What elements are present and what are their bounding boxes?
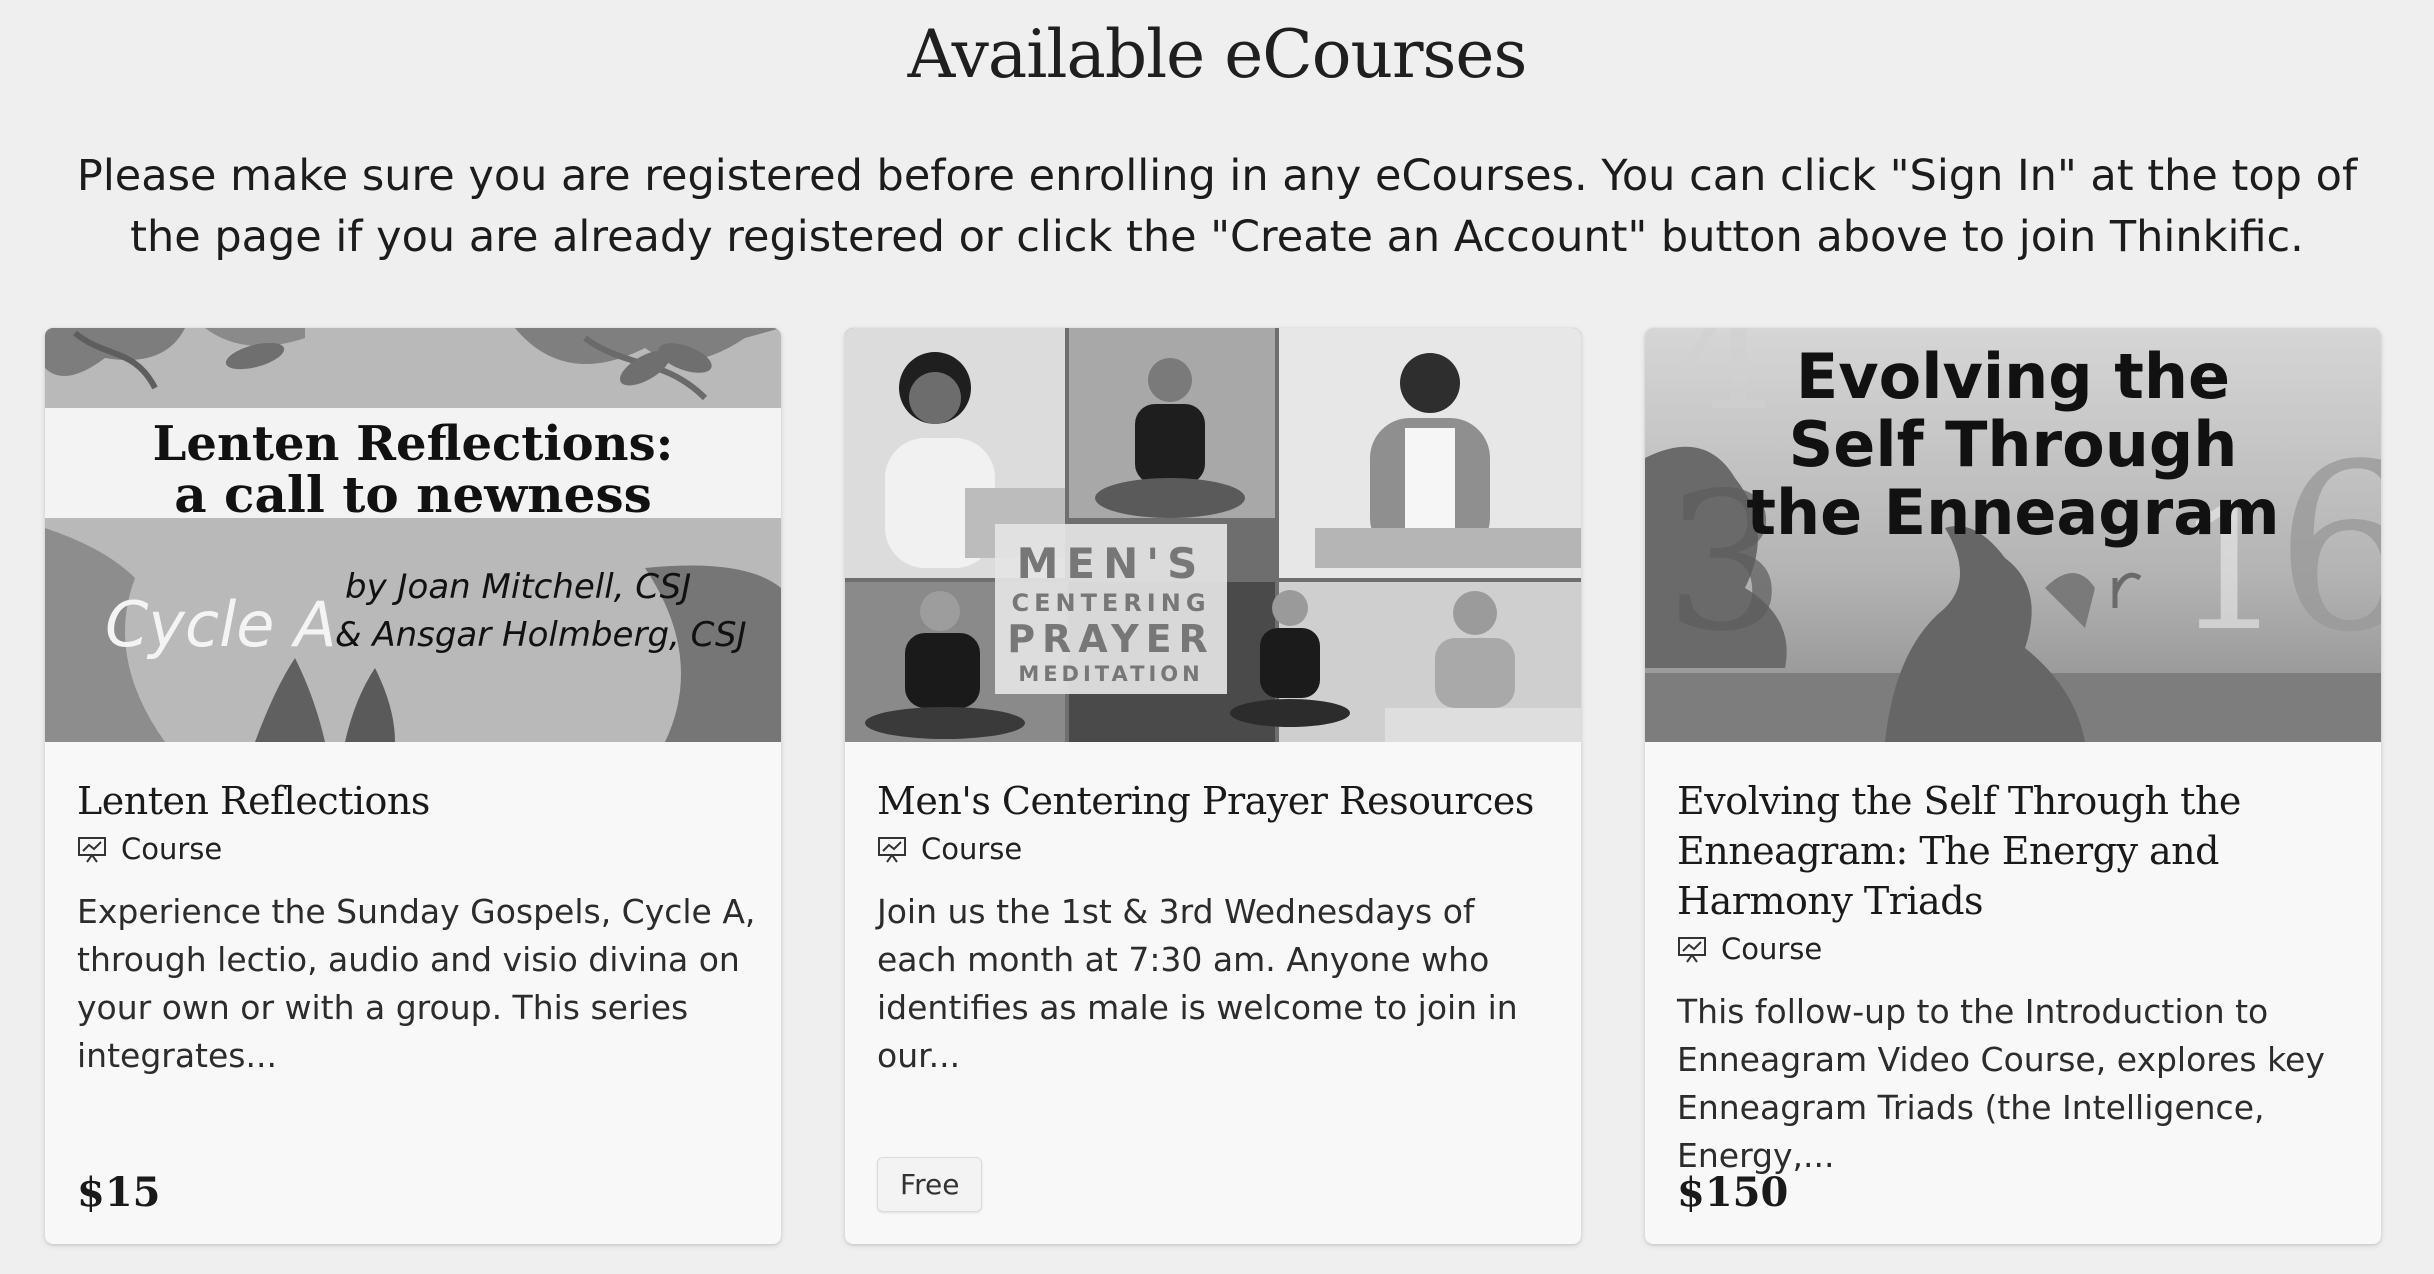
svg-text:6: 6 xyxy=(2275,416,2381,683)
course-description: This follow-up to the Introduction to En… xyxy=(1677,992,2325,1175)
thumb-line3: the Enneagram xyxy=(1746,476,2279,549)
course-thumbnail[interactable]: 6 4 3 1 Evolving the Self Through the En… xyxy=(1645,328,2381,742)
thumb-line2: Self Through xyxy=(1789,408,2238,481)
page-title: Available eCourses xyxy=(907,16,1528,93)
thumb-line2: CENTERING xyxy=(1011,589,1210,617)
course-type: Course xyxy=(77,828,757,870)
presentation-chart-icon xyxy=(78,837,106,863)
ecourses-page: Available eCourses Please make sure you … xyxy=(0,0,2434,1274)
course-type-label: Course xyxy=(921,832,1023,866)
course-price: $15 xyxy=(77,1169,161,1216)
course-description: Join us the 1st & 3rd Wednesdays of each… xyxy=(877,892,1518,1075)
course-title[interactable]: Men's Centering Prayer Resources xyxy=(877,776,1557,826)
card-body: Lenten Reflections Course Experience the… xyxy=(77,776,757,1080)
thumb-line1: MEN'S xyxy=(1017,539,1206,588)
thumb-byline2: & Ansgar Holmberg, CSJ xyxy=(335,615,747,655)
course-thumbnail[interactable]: Lenten Reflections: a call to newness Cy… xyxy=(45,328,781,742)
thumb-line3: PRAYER xyxy=(1007,617,1215,661)
thumb-byline1: by Joan Mitchell, CSJ xyxy=(345,567,691,607)
presentation-chart-icon xyxy=(1678,937,1706,963)
course-card-mens-centering-prayer[interactable]: MEN'S CENTERING PRAYER MEDITATION Men's … xyxy=(845,328,1581,1244)
thumb-title-line2: a call to newness xyxy=(174,465,652,524)
thumb-cycle: Cycle A xyxy=(105,588,337,661)
course-type-label: Course xyxy=(1721,932,1823,966)
course-type: Course xyxy=(877,828,1557,870)
course-description: Experience the Sunday Gospels, Cycle A, … xyxy=(77,892,756,1075)
course-title[interactable]: Lenten Reflections xyxy=(77,776,757,826)
svg-text:4: 4 xyxy=(1675,328,1777,446)
course-type-label: Course xyxy=(121,832,223,866)
thumb-title-line1: Lenten Reflections: xyxy=(153,416,674,472)
thumb-line4: MEDITATION xyxy=(1018,662,1203,686)
course-card-lenten-reflections[interactable]: Lenten Reflections: a call to newness Cy… xyxy=(45,328,781,1244)
course-card-evolving-self-enneagram[interactable]: 6 4 3 1 Evolving the Self Through the En… xyxy=(1645,328,2381,1244)
presentation-chart-icon xyxy=(878,837,906,863)
course-price: $150 xyxy=(1677,1169,1789,1216)
free-badge: Free xyxy=(877,1157,983,1212)
registration-notice: Please make sure you are registered befo… xyxy=(76,151,2358,262)
card-body: Evolving the Self Through the Enneagram:… xyxy=(1677,776,2357,1180)
course-title[interactable]: Evolving the Self Through the Enneagram:… xyxy=(1677,776,2357,926)
course-thumbnail[interactable]: MEN'S CENTERING PRAYER MEDITATION xyxy=(845,328,1581,742)
thumb-line1: Evolving the xyxy=(1796,340,2230,413)
card-body: Men's Centering Prayer Resources Course … xyxy=(877,776,1557,1080)
course-type: Course xyxy=(1677,928,2357,970)
